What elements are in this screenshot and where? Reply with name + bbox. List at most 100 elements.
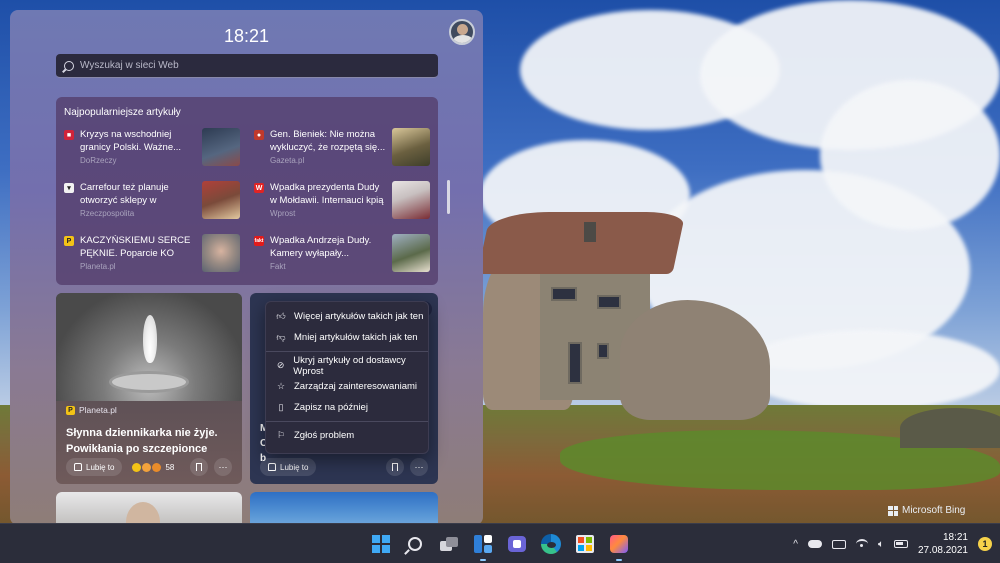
house-window	[597, 295, 621, 309]
article-title: Carrefour też planuje otworzyć sklepy w …	[80, 182, 169, 206]
task-view-icon	[440, 537, 458, 551]
article-source: Fakt	[270, 262, 286, 271]
planeta-logo-icon: P	[64, 236, 74, 246]
widgets-button[interactable]	[470, 531, 496, 561]
cloud	[740, 330, 1000, 410]
article-source: Planeta.pl	[80, 262, 116, 271]
task-view-button[interactable]	[436, 531, 462, 557]
news-card[interactable]	[250, 492, 438, 525]
menu-item-report-problem[interactable]: ⚐ Zgłoś problem	[266, 425, 428, 446]
search-icon	[408, 537, 422, 551]
photos-button[interactable]	[606, 531, 632, 561]
windows-start-icon	[372, 535, 390, 553]
article-item[interactable]: ■ Kryzys na wschodniej granicy Polski. W…	[64, 128, 240, 167]
article-item[interactable]: fakt Wpadka Andrzeja Dudy. Kamery wyłapa…	[254, 234, 430, 273]
news-card[interactable]	[56, 492, 242, 525]
chimney	[584, 222, 596, 242]
system-tray: ^ 🔈︎ 18:21 27.08.2021 1	[793, 524, 992, 563]
article-item[interactable]: P KACZYŃSKIEMU SERCE PĘKNIE. Poparcie KO…	[64, 234, 240, 273]
fakt-logo-icon: fakt	[254, 236, 264, 246]
widgets-clock: 18:21	[223, 26, 270, 46]
top-articles-heading: Najpopularniejsze artykuły	[64, 107, 181, 118]
article-title: Wpadka prezydenta Dudy w Mołdawii. Inter…	[270, 182, 384, 206]
keyboard-icon[interactable]	[831, 539, 846, 549]
dorzeczy-logo-icon: ■	[64, 130, 74, 140]
store-button[interactable]	[572, 531, 598, 557]
like-label: Lubię to	[86, 462, 115, 472]
menu-item-label: Więcej artykułów takich jak ten	[294, 311, 424, 322]
teams-chat-button[interactable]	[504, 531, 530, 557]
article-title: Wpadka Andrzeja Dudy. Kamery wyłapały...	[270, 235, 372, 259]
menu-separator	[266, 421, 428, 422]
web-search-input[interactable]	[80, 60, 420, 71]
reaction-count: 58	[165, 462, 175, 472]
teams-chat-icon	[508, 536, 526, 552]
bing-watermark: Microsoft Bing	[888, 505, 965, 516]
article-item[interactable]: ● Gen. Bieniek: Nie można wykluczyć, że …	[254, 128, 430, 167]
widgets-icon	[474, 535, 492, 553]
web-search-box[interactable]	[56, 54, 438, 78]
top-articles-list: ■ Kryzys na wschodniej granicy Polski. W…	[64, 128, 430, 273]
menu-item-label: Zarządzaj zainteresowaniami	[294, 381, 418, 392]
article-source: Rzeczpospolita	[80, 209, 135, 218]
menu-item-label: Ukryj artykuły od dostawcy Wprost	[293, 354, 406, 377]
candle-flame	[143, 315, 157, 363]
thumbs-up-icon	[74, 463, 82, 471]
article-source: Gazeta.pl	[270, 156, 305, 165]
windows-logo-icon	[888, 505, 898, 516]
chevron-up-icon[interactable]: ^	[793, 539, 798, 550]
notification-badge[interactable]: 1	[978, 537, 992, 551]
thumbs-up-icon	[268, 463, 276, 471]
save-button[interactable]	[386, 458, 404, 476]
menu-item-label: Zgłoś problem	[294, 430, 355, 441]
planeta-logo-icon: P	[66, 405, 75, 415]
card-footer: Lubię to 58 ⋯	[66, 458, 232, 476]
article-thumbnail	[392, 128, 430, 166]
reactions-summary[interactable]: 58	[132, 462, 175, 472]
gazeta-logo-icon: ●	[254, 130, 264, 140]
thumbs-up-icon: 👍︎	[276, 311, 286, 321]
wifi-icon[interactable]	[855, 539, 868, 549]
taskbar-time: 18:21	[942, 532, 968, 543]
panel-scrollbar[interactable]	[447, 180, 450, 214]
wprost-logo-icon: W	[254, 183, 264, 193]
menu-item-hide-provider[interactable]: ⊘ Ukryj artykuły od dostawcy Wprost	[266, 354, 428, 377]
battery-icon[interactable]	[893, 540, 908, 548]
more-icon: ⋯	[414, 461, 424, 472]
start-button[interactable]	[368, 531, 394, 557]
like-button[interactable]: Lubię to	[260, 458, 317, 476]
menu-item-fewer-like-this[interactable]: 👎︎ Mniej artykułów takich jak ten	[266, 327, 428, 348]
menu-item-manage-interests[interactable]: ☆ Zarządzaj zainteresowaniami	[266, 376, 428, 397]
news-card[interactable]: P Planeta.pl Słynna dziennikarka nie żyj…	[56, 293, 242, 484]
article-thumbnail	[202, 181, 240, 219]
article-source: DoRzeczy	[80, 156, 117, 165]
reaction-surprised-icon	[142, 462, 152, 472]
article-thumbnail	[202, 128, 240, 166]
like-button[interactable]: Lubię to	[66, 458, 123, 476]
save-button[interactable]	[190, 458, 208, 476]
article-item[interactable]: W Wpadka prezydenta Dudy w Mołdawii. Int…	[254, 181, 430, 220]
card-source-name: Planeta.pl	[79, 405, 117, 415]
cloud	[820, 80, 1000, 230]
more-options-button[interactable]: ⋯	[214, 458, 232, 476]
taskbar-clock[interactable]: 18:21 27.08.2021	[918, 531, 968, 557]
menu-item-more-like-this[interactable]: 👍︎ Więcej artykułów takich jak ten	[266, 306, 428, 327]
volume-icon[interactable]: 🔈︎	[878, 539, 884, 550]
menu-separator	[266, 351, 428, 352]
more-options-button[interactable]: ⋯	[410, 458, 428, 476]
active-indicator	[480, 559, 486, 561]
hide-icon: ⊘	[276, 360, 285, 370]
article-thumbnail	[202, 234, 240, 272]
bing-watermark-text: Microsoft Bing	[902, 505, 966, 516]
taskbar-search-button[interactable]	[402, 531, 428, 557]
article-item[interactable]: ▾ Carrefour też planuje otworzyć sklepy …	[64, 181, 240, 220]
candle-base	[109, 371, 189, 393]
edge-button[interactable]	[538, 531, 564, 557]
card-context-menu: 👍︎ Więcej artykułów takich jak ten 👎︎ Mn…	[265, 301, 429, 454]
user-avatar[interactable]	[449, 19, 475, 45]
menu-item-save-for-later[interactable]: ▯ Zapisz na później	[266, 397, 428, 418]
onedrive-cloud-icon[interactable]	[807, 540, 822, 548]
house-window	[597, 343, 609, 359]
card-source: P Planeta.pl	[66, 405, 117, 415]
article-source: Wprost	[270, 209, 296, 218]
